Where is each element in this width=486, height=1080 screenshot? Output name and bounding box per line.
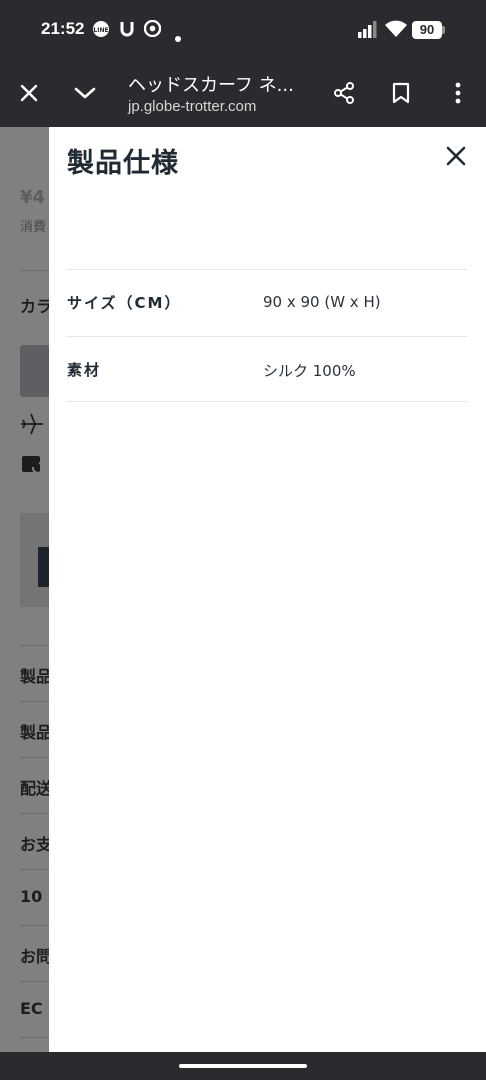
bg-menu-item: EC (20, 999, 43, 1018)
bg-menu-item: お問 (20, 947, 53, 966)
spec-value: シルク 100% (263, 362, 356, 380)
share-icon[interactable] (329, 78, 359, 108)
battery-tip (442, 26, 445, 34)
magnet-icon (119, 20, 135, 42)
home-gesture-handle[interactable] (179, 1064, 307, 1068)
return-box-icon (19, 450, 45, 480)
battery-icon: 90 (412, 21, 442, 39)
chrome-icon (143, 19, 162, 41)
signal-icon (358, 21, 380, 42)
bg-menu-item: お支 (20, 835, 53, 854)
close-icon[interactable] (14, 78, 44, 108)
wifi-icon (385, 20, 407, 42)
browser-toolbar: ヘッドスカーフ ネ... jp.globe-trotter.com (0, 60, 486, 127)
spec-row-material: 素材 シルク 100% (66, 336, 467, 402)
spec-label: 素材 (67, 361, 102, 379)
bg-tax: 消費 (20, 220, 47, 235)
bookmark-icon[interactable] (386, 78, 416, 108)
svg-text:LINE: LINE (93, 27, 108, 34)
spec-label: サイズ（CM） (67, 294, 182, 312)
page-url[interactable]: jp.globe-trotter.com (128, 98, 256, 115)
bg-price: ¥4 (20, 187, 46, 208)
panel-title: 製品仕様 (67, 148, 179, 179)
line-icon: LINE (92, 20, 110, 42)
status-bar: 21:52 LINE 90 (0, 0, 486, 60)
bg-color-label: カラ (20, 297, 53, 316)
bg-menu-item: 製品 (20, 667, 53, 686)
more-vert-icon[interactable] (443, 78, 473, 108)
spec-value: 90 x 90 (W x H) (263, 293, 381, 311)
bg-menu-item: 製品 (20, 723, 53, 742)
spec-row-size: サイズ（CM） 90 x 90 (W x H) (66, 269, 467, 335)
bg-color-swatch (20, 345, 50, 397)
status-time: 21:52 (41, 19, 85, 38)
dot-icon (175, 27, 181, 46)
page-title[interactable]: ヘッドスカーフ ネ... (128, 71, 318, 97)
product-spec-panel: 製品仕様 サイズ（CM） 90 x 90 (W x H) 素材 シルク 100% (49, 127, 486, 1052)
airplane-icon (19, 411, 45, 441)
system-nav-bar (0, 1052, 486, 1080)
close-icon[interactable] (445, 145, 467, 167)
bg-menu-item: 10 (20, 887, 43, 906)
bg-menu-item: 配送 (20, 779, 53, 798)
chevron-down-icon[interactable] (70, 78, 100, 108)
